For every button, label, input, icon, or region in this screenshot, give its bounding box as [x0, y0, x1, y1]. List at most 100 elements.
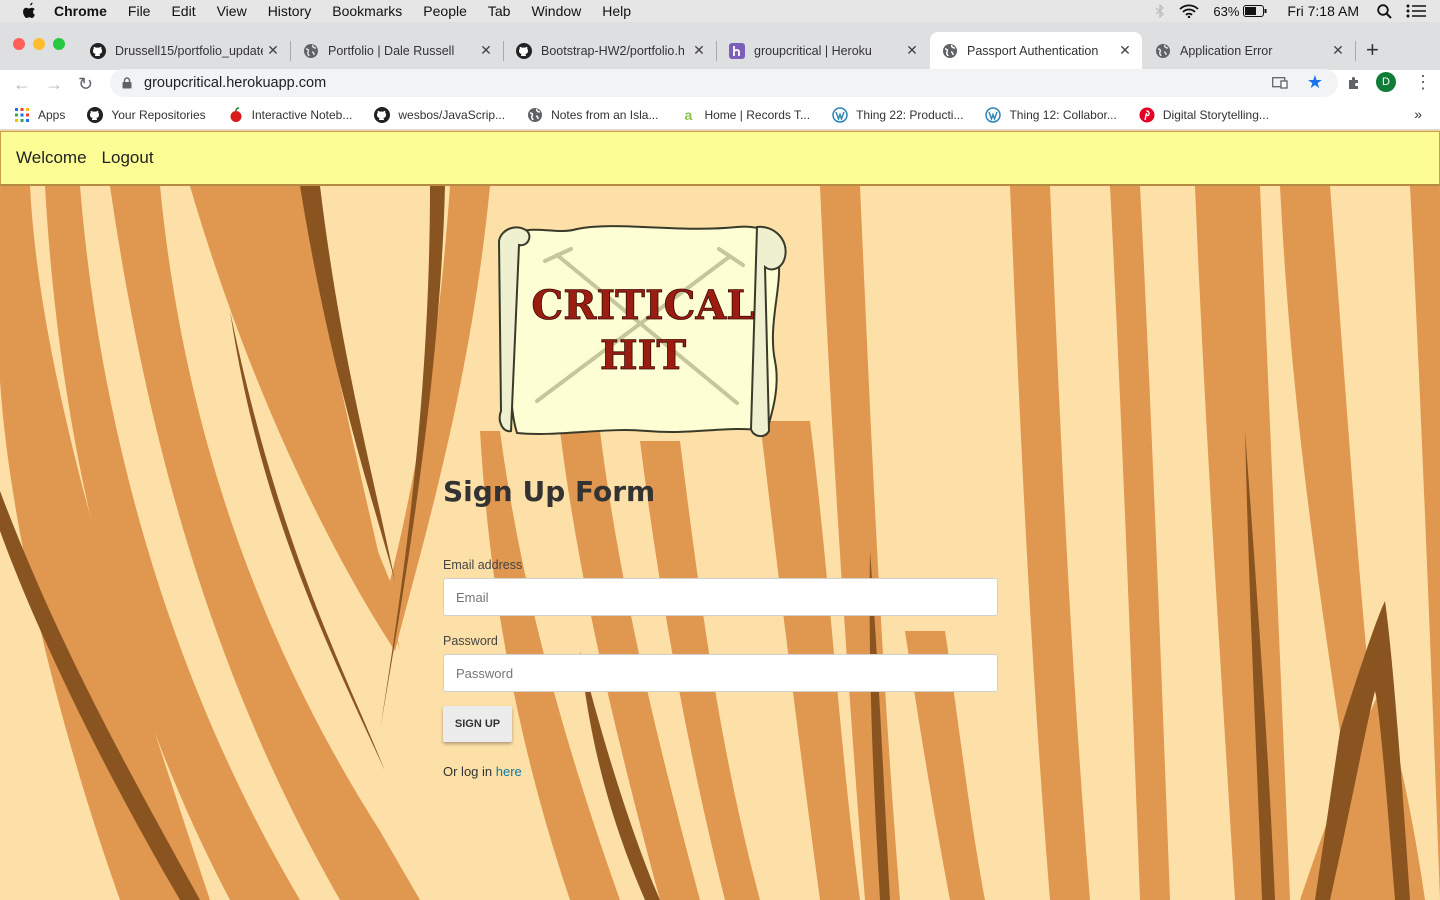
bluetooth-icon[interactable] [1155, 4, 1165, 18]
browser-tab[interactable]: groupcritical | Heroku ✕ [717, 32, 929, 70]
nav-welcome-link[interactable]: Welcome [16, 148, 87, 168]
pinterest-icon [1139, 107, 1155, 122]
bookmark-interactive-notebooks[interactable]: Interactive Noteb... [228, 106, 353, 123]
bookmark-label: Thing 12: Collabor... [1009, 107, 1117, 122]
new-tab-icon[interactable]: + [1366, 37, 1379, 63]
bookmark-your-repositories[interactable]: Your Repositories [87, 106, 206, 123]
password-input[interactable] [443, 654, 998, 692]
macos-menubar: Chrome File Edit View History Bookmarks … [0, 0, 1440, 22]
extensions-puzzle-icon[interactable] [1346, 76, 1362, 92]
battery-icon[interactable] [1243, 5, 1267, 17]
tab-close-icon[interactable]: ✕ [266, 43, 280, 57]
form-title: Sign Up Form [443, 475, 656, 508]
window-zoom-button[interactable] [53, 38, 65, 50]
browser-tab[interactable]: Drussell15/portfolio_update ✕ [78, 32, 291, 70]
profile-initial: D [1382, 76, 1390, 88]
bookmarks-overflow-icon[interactable]: » [1414, 106, 1422, 122]
forward-arrow-icon[interactable]: → [45, 74, 63, 95]
menu-history[interactable]: History [268, 3, 312, 19]
globe-icon [528, 107, 543, 122]
bookmark-notes-from-an-island[interactable]: Notes from an Isla... [527, 107, 658, 123]
globe-icon [943, 44, 957, 58]
browser-tab-active[interactable]: Passport Authentication ✕ [930, 32, 1142, 70]
bookmark-digital-storytelling[interactable]: Digital Storytelling... [1139, 107, 1269, 123]
email-label: Email address [443, 558, 523, 572]
tab-title: Bootstrap-HW2/portfolio.h [541, 44, 685, 58]
tab-title: Drussell15/portfolio_update [115, 44, 263, 58]
browser-tab[interactable]: Bootstrap-HW2/portfolio.h ✕ [504, 32, 717, 70]
spotlight-search-icon[interactable] [1377, 3, 1392, 19]
login-prompt: Or log in here [443, 764, 999, 779]
login-prompt-text: Or log in [443, 764, 493, 779]
heroku-icon [729, 43, 745, 59]
bookmark-label: wesbos/JavaScrip... [398, 107, 506, 122]
menu-bookmarks[interactable]: Bookmarks [332, 3, 402, 19]
reload-icon[interactable]: ↻ [78, 74, 93, 95]
globe-icon [1156, 44, 1170, 58]
menu-window[interactable]: Window [531, 3, 581, 19]
apps-grid-icon [15, 107, 29, 122]
bookmark-thing-22[interactable]: Thing 22: Producti... [832, 106, 964, 123]
address-bar[interactable]: groupcritical.herokuapp.com ★ [110, 69, 1338, 97]
nav-logout-link[interactable]: Logout [102, 148, 154, 168]
menu-view[interactable]: View [217, 3, 247, 19]
bookmark-label: Home | Records T... [704, 107, 811, 122]
tab-separator [1355, 41, 1356, 61]
wordpress-icon [985, 106, 1002, 123]
github-icon [374, 106, 391, 123]
tab-close-icon[interactable]: ✕ [1118, 43, 1132, 57]
bookmarks-bar: Apps Your Repositories Interactive Noteb… [0, 100, 1440, 130]
url-text[interactable]: groupcritical.herokuapp.com [144, 75, 326, 91]
login-here-link[interactable]: here [496, 764, 522, 779]
profile-avatar[interactable]: D [1376, 72, 1396, 92]
bookmark-home-records[interactable]: a Home | Records T... [680, 107, 811, 123]
tab-close-icon[interactable]: ✕ [479, 43, 493, 57]
chrome-menu-icon[interactable]: ⋮ [1414, 72, 1432, 93]
browser-toolbar: ← → ↻ groupcritical.herokuapp.com ★ D ⋮ [0, 69, 1440, 100]
menu-people[interactable]: People [423, 3, 467, 19]
github-icon [516, 43, 532, 59]
menu-edit[interactable]: Edit [171, 3, 195, 19]
bookmark-label: Thing 22: Producti... [856, 107, 964, 122]
tab-title: Portfolio | Dale Russell [328, 44, 455, 58]
clock[interactable]: Fri 7:18 AM [1287, 3, 1359, 19]
menu-help[interactable]: Help [602, 3, 631, 19]
bookmark-label: Interactive Noteb... [251, 107, 353, 122]
scroll-logo-graphic: CRITICAL HIT [497, 225, 787, 437]
critical-hit-logo: CRITICAL HIT [497, 221, 789, 441]
tab-title: Application Error [1180, 44, 1273, 58]
web-page: Welcome Logout CRITICAL HIT Sign Up Form… [0, 131, 1440, 900]
tab-close-icon[interactable]: ✕ [692, 43, 706, 57]
globe-icon [304, 44, 318, 58]
cast-icon[interactable] [1272, 77, 1288, 89]
tab-close-icon[interactable]: ✕ [1331, 43, 1345, 57]
menu-app-name[interactable]: Chrome [54, 3, 107, 19]
battery-percent: 63% [1213, 3, 1240, 19]
lock-icon[interactable] [122, 77, 132, 89]
menu-file[interactable]: File [128, 3, 151, 19]
window-close-button[interactable] [13, 38, 25, 50]
browser-tab[interactable]: Application Error ✕ [1143, 32, 1356, 70]
github-icon [87, 106, 104, 123]
apple-icon [230, 106, 242, 122]
bookmark-wesbos-javascript[interactable]: wesbos/JavaScrip... [374, 106, 506, 123]
window-minimize-button[interactable] [33, 38, 45, 50]
browser-tab[interactable]: Portfolio | Dale Russell ✕ [291, 32, 504, 70]
back-arrow-icon[interactable]: ← [13, 74, 31, 95]
tab-close-icon[interactable]: ✕ [905, 43, 919, 57]
email-input[interactable] [443, 578, 998, 616]
menubar-status-area: 63% Fri 7:18 AM [1155, 0, 1440, 22]
bookmark-star-icon[interactable]: ★ [1307, 72, 1323, 93]
apple-logo-icon[interactable] [20, 2, 38, 20]
menu-tab[interactable]: Tab [488, 3, 511, 19]
bookmark-thing-12[interactable]: Thing 12: Collabor... [985, 106, 1117, 123]
bookmark-apps[interactable]: Apps [14, 107, 65, 123]
notification-center-icon[interactable] [1406, 4, 1426, 18]
wifi-icon[interactable] [1179, 4, 1199, 18]
wordpress-icon [832, 106, 848, 123]
browser-tab-strip: Drussell15/portfolio_update ✕ Portfolio … [0, 22, 1440, 70]
app-navbar: Welcome Logout [0, 131, 1440, 186]
github-icon [90, 43, 106, 59]
tab-title: groupcritical | Heroku [754, 44, 872, 58]
sign-up-button[interactable]: SIGN UP [443, 706, 512, 742]
